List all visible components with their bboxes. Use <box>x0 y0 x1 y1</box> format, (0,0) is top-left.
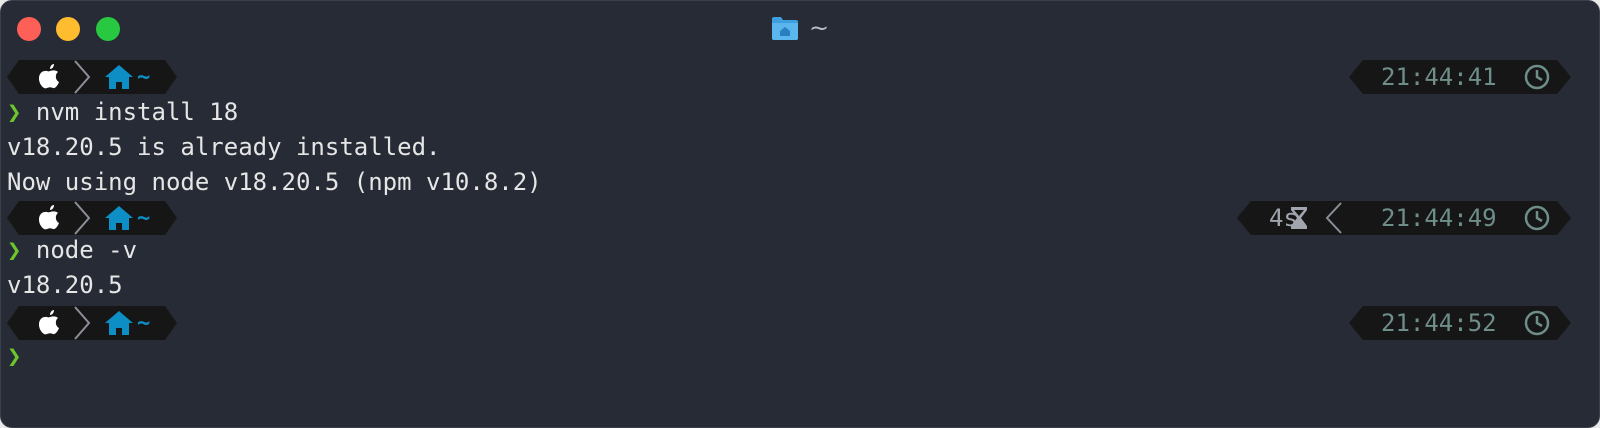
prompt-right-segment: 21:44:52 <box>1349 306 1571 340</box>
output-line: v18.20.5 <box>7 271 123 299</box>
command-line: ❯ nvm install 18 <box>7 97 238 127</box>
command-text: nvm install 18 <box>35 98 239 126</box>
command-line: ❯ node -v <box>7 235 137 265</box>
prompt-left-segment: ~ <box>7 306 177 340</box>
prompt-arrow: ❯ <box>7 342 22 370</box>
title-bar: ~ <box>1 1 1599 55</box>
prompt-right-segment: 21:44:41 <box>1349 60 1571 94</box>
prompt-right-segment: 4s 21:44:49 <box>1237 201 1571 235</box>
close-button[interactable] <box>17 17 41 41</box>
window-title-text: ~ <box>809 14 830 42</box>
prompt-time: 21:44:49 <box>1381 204 1497 232</box>
prompt-left-segment: ~ <box>7 60 177 94</box>
command-input-line[interactable]: ❯ <box>7 341 21 371</box>
prompt-arrow: ❯ <box>7 236 22 264</box>
minimize-button[interactable] <box>56 17 80 41</box>
terminal-window: ~ ~ 21:44:41 ❯ nvm install 18 v18.20.5 i… <box>0 0 1600 428</box>
prompt-arrow: ❯ <box>7 98 22 126</box>
command-duration: 4s <box>1269 204 1298 232</box>
prompt-left-segment: ~ <box>7 201 177 235</box>
command-text: node -v <box>35 236 138 264</box>
prompt-time: 21:44:52 <box>1381 309 1497 337</box>
directory-label: ~ <box>137 206 150 231</box>
prompt-time: 21:44:41 <box>1381 63 1497 91</box>
window-title: ~ <box>771 13 829 43</box>
home-folder-icon <box>772 17 798 40</box>
directory-label: ~ <box>137 65 150 90</box>
output-line: v18.20.5 is already installed. <box>7 133 441 161</box>
zoom-button[interactable] <box>96 17 120 41</box>
directory-label: ~ <box>137 311 150 336</box>
output-line: Now using node v18.20.5 (npm v10.8.2) <box>7 168 542 196</box>
